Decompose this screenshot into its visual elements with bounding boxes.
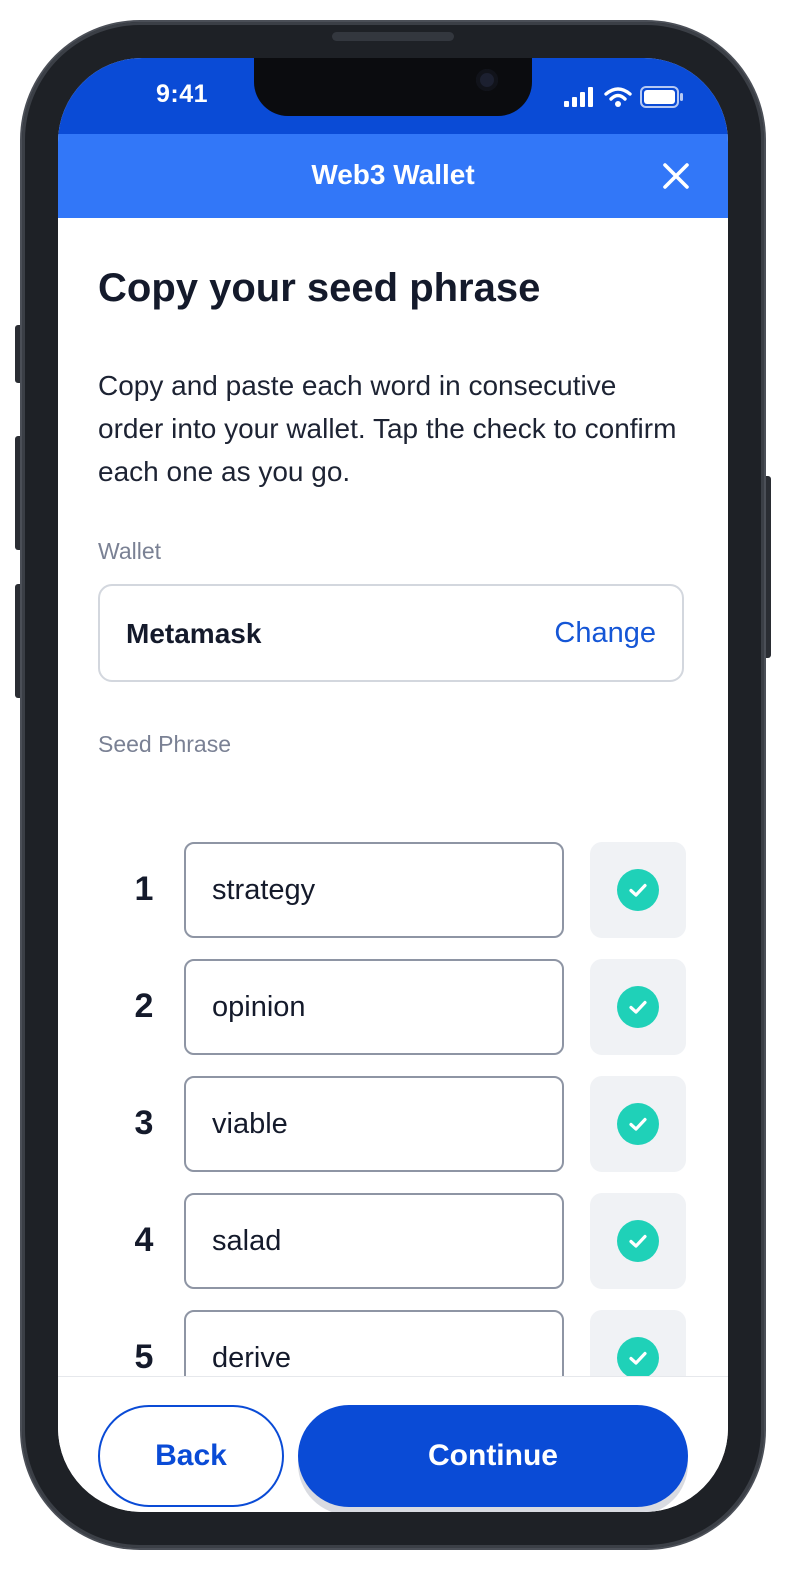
page-title: Copy your seed phrase: [98, 266, 541, 310]
speaker-grille: [332, 32, 454, 41]
seed-row: 1 strategy: [98, 842, 688, 938]
seed-word-field[interactable]: opinion: [184, 959, 564, 1055]
page-description: Copy and paste each word in consecutive …: [98, 370, 677, 487]
confirm-word-button[interactable]: [590, 842, 686, 938]
check-icon: [617, 1220, 659, 1262]
confirm-word-button[interactable]: [590, 1193, 686, 1289]
status-icons: [564, 86, 684, 108]
seed-row: 2 opinion: [98, 959, 688, 1055]
back-button[interactable]: Back: [98, 1405, 284, 1507]
battery-icon: [640, 86, 683, 108]
check-icon: [617, 986, 659, 1028]
power-button: [763, 476, 771, 658]
seed-word-field[interactable]: strategy: [184, 842, 564, 938]
cellular-signal-icon: [564, 87, 593, 107]
wallet-name: Metamask: [126, 618, 262, 649]
seed-row: 4 salad: [98, 1193, 688, 1289]
seed-word-number: 4: [134, 1221, 154, 1259]
footer-actions: Back Continue: [58, 1376, 728, 1512]
seed-word-number: 1: [134, 870, 154, 908]
seed-row: 3 viable: [98, 1076, 688, 1172]
confirm-word-button[interactable]: [590, 959, 686, 1055]
notch: [254, 58, 532, 116]
confirm-word-button[interactable]: [590, 1076, 686, 1172]
change-wallet-link[interactable]: Change: [554, 617, 656, 650]
app-title: Web3 Wallet: [311, 159, 475, 190]
seed-word-number: 3: [134, 1104, 154, 1142]
status-bar: 9:41: [58, 58, 728, 134]
seed-word-field[interactable]: viable: [184, 1076, 564, 1172]
seed-word-number: 2: [134, 987, 154, 1025]
wallet-selector: Metamask Change: [98, 584, 684, 682]
seed-phrase-label: Seed Phrase: [98, 731, 231, 757]
phone-screen: 9:41 Web3 Wallet Copy your seed phrase C…: [58, 58, 728, 1512]
check-icon: [617, 1337, 659, 1379]
continue-button[interactable]: Continue: [298, 1405, 688, 1507]
seed-word-number: 5: [134, 1338, 154, 1376]
phone-frame: 9:41 Web3 Wallet Copy your seed phrase C…: [22, 22, 764, 1548]
app-header: Web3 Wallet: [58, 134, 728, 218]
wallet-label: Wallet: [98, 538, 162, 564]
check-icon: [617, 1103, 659, 1145]
close-icon[interactable]: [660, 160, 692, 192]
front-camera: [476, 69, 498, 91]
status-time: 9:41: [156, 80, 209, 108]
check-icon: [617, 869, 659, 911]
wifi-icon: [604, 86, 632, 107]
seed-word-field[interactable]: salad: [184, 1193, 564, 1289]
